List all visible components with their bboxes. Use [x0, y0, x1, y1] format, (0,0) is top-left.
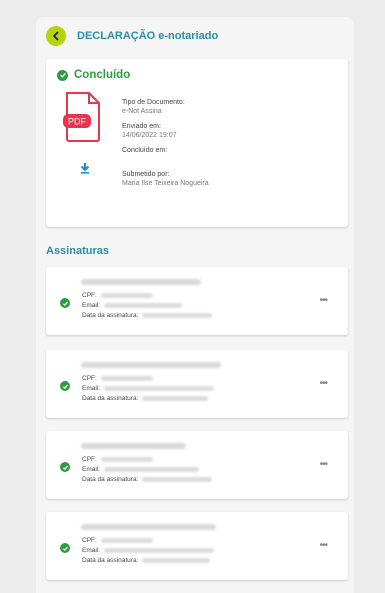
- page-title: DECLARAÇÃO e-notariado: [77, 30, 219, 42]
- pdf-file-icon[interactable]: PDF: [63, 92, 103, 147]
- signature-card: CPF: Email: Data da assinatura: •••: [46, 267, 348, 335]
- email-redacted: [104, 302, 183, 308]
- signer-details: CPF: Email: Data da assinatura:: [82, 290, 213, 320]
- cpf-redacted: [100, 375, 153, 381]
- document-status: Concluído: [57, 69, 130, 81]
- signature-card: CPF: Email: Data da assinatura: •••: [46, 431, 348, 499]
- signature-date-label: Data da assinatura:: [82, 556, 139, 564]
- status-label: Concluído: [74, 69, 131, 81]
- email-label: Email:: [82, 384, 101, 392]
- cpf-label: CPF:: [82, 291, 97, 299]
- email-label: Email:: [82, 301, 101, 309]
- sent-at-label: Enviado em:: [122, 123, 161, 130]
- signature-date-redacted: [142, 395, 209, 401]
- doc-type-value: e-Not Assina: [122, 108, 162, 115]
- chevron-left-icon: [53, 31, 59, 41]
- doc-type-label: Tipo de Documento:: [122, 99, 185, 106]
- signature-date-label: Data da assinatura:: [82, 475, 139, 483]
- sent-at-value: 14/06/2022 19:07: [122, 132, 177, 139]
- document-card: Concluído PDF Tipo de Documento: e-Not A…: [46, 59, 348, 227]
- signer-details: CPF: Email: Data da assinatura:: [82, 535, 215, 565]
- more-options-button[interactable]: •••: [319, 460, 327, 470]
- signature-date-redacted: [142, 557, 211, 563]
- email-redacted: [104, 385, 215, 391]
- check-circle-icon: [60, 381, 70, 391]
- cpf-redacted: [100, 292, 153, 298]
- document-meta: Tipo de Documento: e-Not Assina Enviado …: [122, 98, 322, 194]
- signature-date-redacted: [142, 476, 213, 482]
- completed-at-label: Concluído em:: [122, 147, 168, 154]
- signatures-title: Assinaturas: [46, 245, 109, 257]
- signature-date-label: Data da assinatura:: [82, 311, 139, 319]
- cpf-label: CPF:: [82, 374, 97, 382]
- signature-card: CPF: Email: Data da assinatura: •••: [46, 512, 348, 580]
- page-header: DECLARAÇÃO e-notariado: [46, 25, 218, 47]
- cpf-label: CPF:: [82, 455, 97, 463]
- back-button[interactable]: [46, 26, 66, 46]
- signer-name-redacted: [81, 443, 186, 449]
- signature-card: CPF: Email: Data da assinatura: •••: [46, 350, 348, 418]
- email-label: Email:: [82, 465, 101, 473]
- cpf-redacted: [100, 456, 153, 462]
- check-circle-icon: [60, 543, 70, 553]
- more-options-button[interactable]: •••: [319, 379, 327, 389]
- email-redacted: [104, 547, 215, 553]
- main-panel: DECLARAÇÃO e-notariado Concluído PDF Tip…: [36, 17, 354, 593]
- signer-details: CPF: Email: Data da assinatura:: [82, 373, 215, 403]
- email-redacted: [104, 466, 200, 472]
- completed-at-value: [122, 155, 322, 164]
- signature-date-label: Data da assinatura:: [82, 394, 139, 402]
- email-label: Email:: [82, 546, 101, 554]
- pdf-badge-text: PDF: [68, 117, 87, 127]
- signer-name-redacted: [81, 524, 216, 530]
- signer-name-redacted: [81, 362, 221, 368]
- submitted-by-label: Submetido por:: [122, 171, 170, 178]
- signature-date-redacted: [142, 312, 213, 318]
- signer-name-redacted: [81, 279, 201, 285]
- check-circle-icon: [57, 69, 68, 81]
- signer-details: CPF: Email: Data da assinatura:: [82, 454, 213, 484]
- cpf-redacted: [100, 537, 153, 543]
- more-options-button[interactable]: •••: [319, 296, 327, 306]
- check-circle-icon: [60, 298, 70, 308]
- submitted-by-value: Maria Ilse Teixeira Nogueira: [122, 180, 209, 187]
- download-icon[interactable]: [80, 161, 90, 179]
- cpf-label: CPF:: [82, 536, 97, 544]
- more-options-button[interactable]: •••: [319, 541, 327, 551]
- check-circle-icon: [60, 462, 70, 472]
